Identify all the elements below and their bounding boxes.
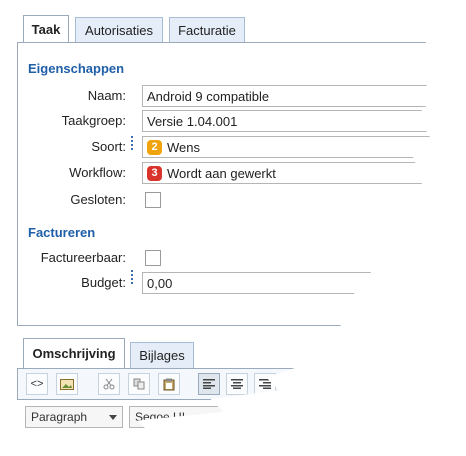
workflow-badge: 3 <box>147 165 162 181</box>
paste-button[interactable] <box>158 373 180 395</box>
name-field[interactable]: Android 9 compatible <box>142 85 443 107</box>
section-invoicing-title: Factureren <box>28 225 96 240</box>
type-badge: 2 <box>147 139 162 155</box>
type-label: Soort: <box>91 139 126 154</box>
window: Taak Autorisaties Facturatie Eigenschapp… <box>17 12 443 442</box>
align-left-button[interactable] <box>198 373 220 395</box>
tab-invoicing[interactable]: Facturatie <box>169 17 245 42</box>
clipboard-icon <box>163 378 175 390</box>
copy-icon <box>133 378 145 390</box>
insert-image-button[interactable] <box>56 373 78 395</box>
align-left-icon <box>203 379 215 389</box>
billable-label: Factureerbaar: <box>40 250 126 265</box>
align-center-icon <box>231 379 243 389</box>
paragraph-style-select[interactable]: Paragraph <box>25 406 123 428</box>
font-family-value: Segoe UI <box>135 410 186 424</box>
workflow-field[interactable]: 3 Wordt aan gewerkt <box>142 162 443 184</box>
budget-field[interactable]: 0,00 <box>142 272 443 294</box>
cut-button[interactable] <box>98 373 120 395</box>
type-value: Wens <box>167 139 200 155</box>
type-lookup-handle[interactable] <box>131 136 134 152</box>
budget-label: Budget: <box>81 275 126 290</box>
tab-task[interactable]: Taak <box>23 15 69 43</box>
source-code-button[interactable]: <> <box>26 373 48 395</box>
tab-description[interactable]: Omschrijving <box>23 338 125 368</box>
name-label: Naam: <box>87 88 126 103</box>
paragraph-style-value: Paragraph <box>31 410 88 424</box>
align-center-button[interactable] <box>226 373 248 395</box>
source-code-icon: <> <box>30 378 44 390</box>
closed-checkbox[interactable] <box>145 192 161 208</box>
copy-button[interactable] <box>128 373 150 395</box>
workflow-label: Workflow: <box>69 165 126 180</box>
closed-label: Gesloten: <box>70 192 126 207</box>
scissors-icon <box>103 378 115 390</box>
tab-attachments[interactable]: Bijlages <box>130 342 194 368</box>
task-panel: Eigenschappen Naam: Android 9 compatible… <box>17 42 443 326</box>
chevron-down-icon <box>109 415 117 420</box>
image-icon <box>60 378 74 390</box>
billable-checkbox[interactable] <box>145 250 161 266</box>
align-right-icon <box>259 379 271 389</box>
budget-lookup-handle[interactable] <box>131 270 134 286</box>
font-family-select[interactable]: Segoe UI <box>129 406 239 428</box>
tab-authorizations[interactable]: Autorisaties <box>75 17 163 42</box>
editor-toolbar: <> <box>17 368 443 400</box>
taskgroup-field[interactable]: Versie 1.04.001 <box>142 110 443 132</box>
taskgroup-label: Taakgroep: <box>61 113 126 128</box>
align-right-button[interactable] <box>254 373 276 395</box>
section-properties-title: Eigenschappen <box>28 61 125 76</box>
type-field[interactable]: 2 Wens <box>142 136 443 158</box>
workflow-value: Wordt aan gewerkt <box>167 165 276 181</box>
